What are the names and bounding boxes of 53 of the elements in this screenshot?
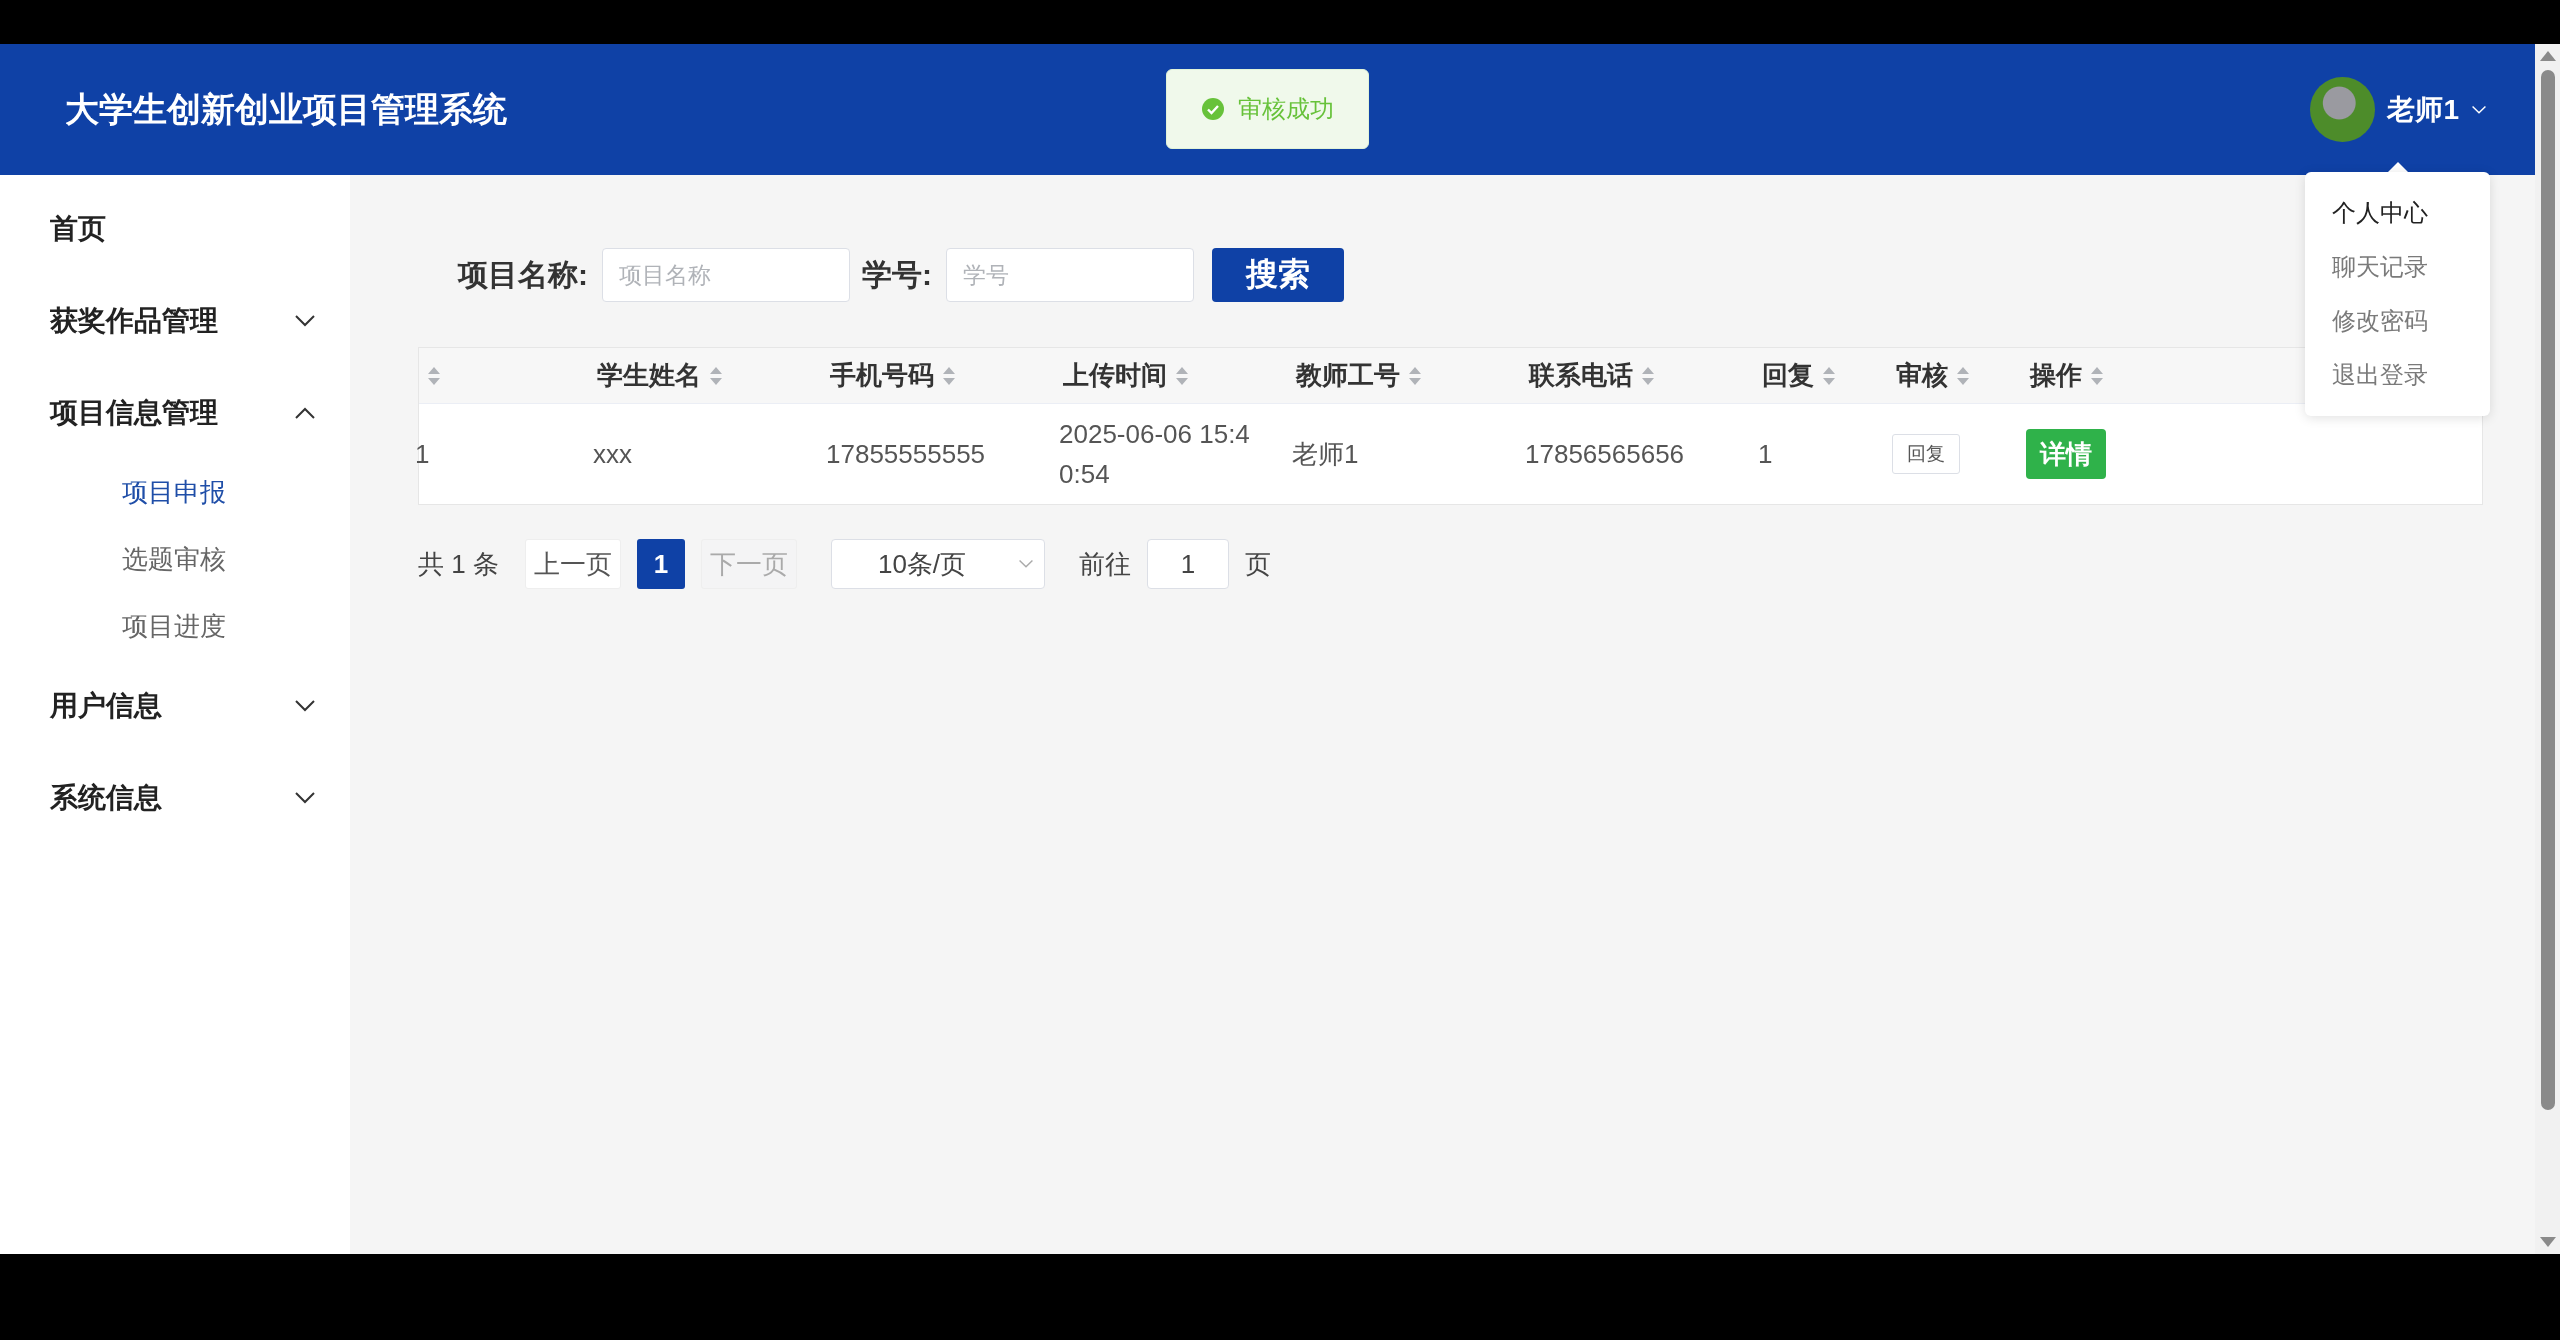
table-cell-text: 老师1 xyxy=(1292,438,1359,471)
scrollbar[interactable] xyxy=(2535,44,2560,1254)
table-cell-text: 17855555555 xyxy=(826,438,986,471)
column-header[interactable]: 操作 xyxy=(2030,358,2082,393)
scroll-down-icon[interactable] xyxy=(2538,1236,2557,1248)
chevron-down-icon xyxy=(294,791,316,805)
reply-button[interactable]: 回复 xyxy=(1892,434,1960,474)
scroll-up-icon[interactable] xyxy=(2538,50,2557,62)
sidebar-subitem[interactable]: 项目进度 xyxy=(0,593,350,660)
field-label: 项目名称: xyxy=(458,256,588,293)
search-field[interactable]: 项目名称 xyxy=(602,248,850,302)
chevron-up-icon xyxy=(294,406,316,420)
goto-label: 前往 xyxy=(1078,547,1131,581)
success-icon xyxy=(1201,98,1224,120)
sidebar-item[interactable]: 用户信息 xyxy=(0,660,350,752)
chevron-down-icon xyxy=(294,699,316,713)
sidebar-item[interactable]: 系统信息 xyxy=(0,752,350,844)
sidebar-subitem[interactable]: 项目申报 xyxy=(0,459,350,526)
field-label: 学号: xyxy=(862,256,932,293)
menu-item[interactable]: 聊天记录 xyxy=(2305,240,2490,294)
table-cell-text: 2025-06-06 15:40:54 xyxy=(1059,418,1251,491)
sidebar-item[interactable]: 项目信息管理 xyxy=(0,367,350,459)
user-name[interactable]: 老师1 xyxy=(2387,90,2459,129)
menu-item[interactable]: 修改密码 xyxy=(2305,294,2490,348)
menu-item[interactable]: 退出登录 xyxy=(2305,348,2490,402)
sidebar-item[interactable]: 获奖作品管理 xyxy=(0,275,350,367)
goto-page-field[interactable]: 1 xyxy=(1146,539,1229,589)
column-header[interactable]: 教师工号 xyxy=(1296,358,1400,393)
sidebar-item[interactable]: 首页 xyxy=(0,183,350,275)
prev-page-button[interactable]: 上一页 xyxy=(524,539,621,589)
menu-item[interactable]: 个人中心 xyxy=(2305,186,2490,240)
column-header[interactable]: 回复 xyxy=(1762,358,1814,393)
column-header[interactable]: 上传时间 xyxy=(1063,358,1167,393)
chevron-down-icon xyxy=(294,314,316,328)
sidebar-subitem[interactable]: 选题审核 xyxy=(0,526,350,593)
column-header[interactable]: 手机号码 xyxy=(830,358,934,393)
toast-text: 审核成功 xyxy=(1237,94,1334,124)
table-cell-text: xxx xyxy=(593,438,632,471)
total-count: 共 1 条 xyxy=(418,547,499,581)
column-header[interactable]: 学生姓名 xyxy=(597,358,701,393)
search-field[interactable]: 学号 xyxy=(946,248,1194,302)
table-cell-text: 1 xyxy=(415,438,430,471)
page-number[interactable]: 1 xyxy=(636,539,685,589)
table-cell-text: 1 xyxy=(1758,438,1773,471)
search-button[interactable]: 搜索 xyxy=(1212,248,1344,302)
chevron-down-icon xyxy=(2471,104,2487,115)
table-cell-text: 17856565656 xyxy=(1525,438,1685,471)
column-header[interactable]: 联系电话 xyxy=(1529,358,1633,393)
chevron-down-icon xyxy=(1017,559,1034,569)
page-suffix: 页 xyxy=(1244,547,1271,581)
app-title: 大学生创新创业项目管理系统 xyxy=(65,88,507,130)
page-size-select[interactable]: 10条/页 xyxy=(830,539,1045,589)
column-header[interactable]: 审核 xyxy=(1896,358,1948,393)
